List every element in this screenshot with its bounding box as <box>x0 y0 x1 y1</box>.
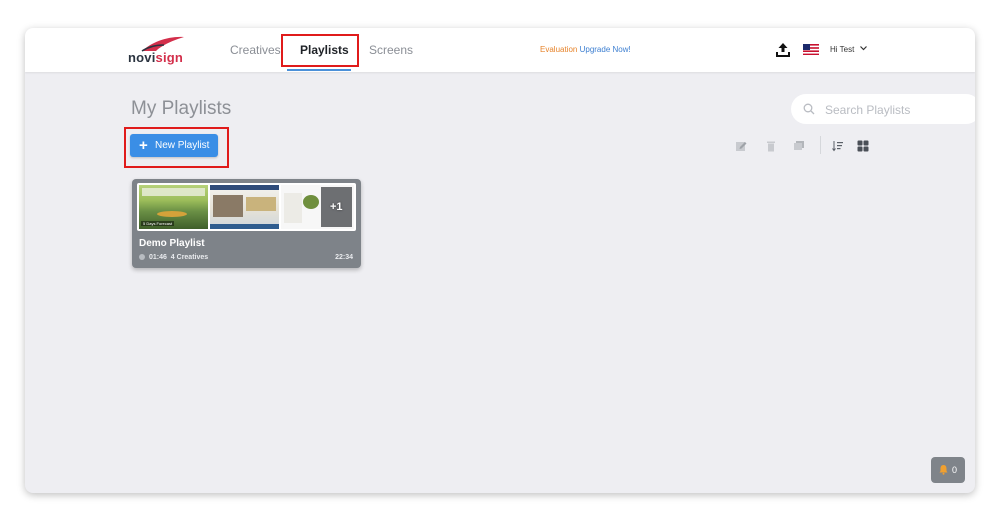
trash-icon[interactable] <box>765 140 777 152</box>
playlist-creatives-count: 4 Creatives <box>170 254 209 261</box>
more-creatives-count: +1 <box>330 201 343 213</box>
thumbnail-hotel <box>210 185 279 229</box>
playlist-time: 22:34 <box>335 254 353 261</box>
clock-icon <box>139 254 145 260</box>
user-greeting: Hi Test <box>830 45 855 54</box>
chevron-down-icon <box>859 46 867 51</box>
playlist-name: Demo Playlist <box>139 238 205 249</box>
grid-view-icon[interactable] <box>857 140 869 152</box>
upgrade-now-link[interactable]: Upgrade Now! <box>580 45 631 54</box>
bell-icon <box>939 465 948 475</box>
playlist-card[interactable]: 5 Days Forecast +1 Demo Playlist 01:46 4… <box>132 179 361 268</box>
app-window: novisign Creatives Playlists Screens Eva… <box>25 28 975 493</box>
edit-icon[interactable] <box>735 140 747 152</box>
search-input[interactable] <box>823 100 967 120</box>
nav-screens[interactable]: Screens <box>369 28 413 72</box>
thumbnail-caption: 5 Days Forecast <box>141 221 175 226</box>
page-title: My Playlists <box>131 98 232 119</box>
playlist-meta: 01:46 4 Creatives <box>139 254 208 261</box>
sort-icon[interactable] <box>832 140 844 152</box>
thumbnail-weather: 5 Days Forecast <box>139 185 208 229</box>
new-playlist-button[interactable]: + New Playlist <box>130 134 218 157</box>
playlists-highlight-box <box>281 34 359 67</box>
nav-creatives[interactable]: Creatives <box>230 28 281 72</box>
us-flag-icon[interactable] <box>803 44 819 55</box>
notifications-button[interactable]: 0 <box>931 457 965 483</box>
search-icon <box>803 103 815 115</box>
playlist-duration: 01:46 <box>149 254 167 261</box>
evaluation-label: Evaluation <box>540 45 578 54</box>
user-menu[interactable]: Hi Test <box>830 28 867 72</box>
new-playlist-label: New Playlist <box>155 140 210 151</box>
top-navbar: novisign Creatives Playlists Screens Eva… <box>25 28 975 72</box>
active-tab-underline <box>287 69 351 71</box>
playlist-thumbnails: 5 Days Forecast +1 <box>137 183 356 231</box>
logo-wordmark: novisign <box>128 50 184 65</box>
duplicate-icon[interactable] <box>793 140 805 152</box>
search-box[interactable] <box>791 94 975 124</box>
novisign-logo[interactable]: novisign <box>128 36 198 66</box>
notification-count: 0 <box>952 465 958 475</box>
toolbar-divider <box>820 136 821 154</box>
thumbnail-menu <box>281 185 354 229</box>
upload-icon[interactable] <box>775 42 791 58</box>
evaluation-notice: Evaluation Upgrade Now! <box>540 28 631 72</box>
plus-icon: + <box>139 137 148 154</box>
